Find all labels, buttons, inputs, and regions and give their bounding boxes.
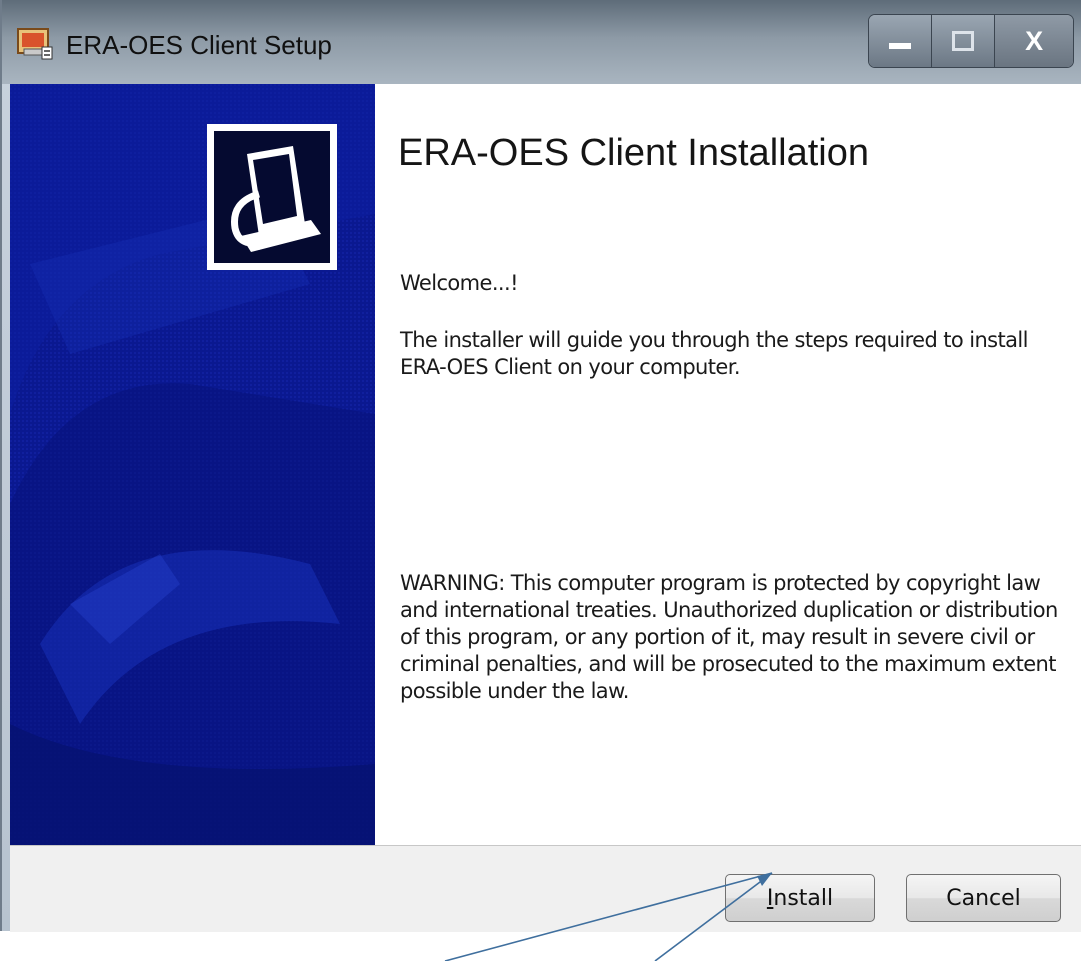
copyright-warning-text: WARNING: This computer program is protec… [400,571,1058,703]
maximize-icon [952,31,975,51]
close-icon: X [1025,25,1044,56]
welcome-text: Welcome...! [400,271,519,295]
close-button[interactable]: X [995,15,1073,67]
window-title: ERA-OES Client Setup [66,30,332,60]
maximize-button[interactable] [932,15,996,67]
installer-app-icon [17,28,53,60]
intro-text: The installer will guide you through the… [400,328,1028,379]
side-banner [10,84,375,845]
computer-install-icon [207,124,337,270]
minimize-button[interactable] [869,15,933,67]
setup-window: ERA-OES Client Setup X ERA-OES Client In… [0,0,1081,932]
minimize-icon [889,43,912,49]
caption-buttons: X [868,14,1074,68]
cancel-button[interactable]: Cancel [906,874,1061,922]
page-title: ERA-OES Client Installation [398,132,869,174]
button-bar: Install Cancel [10,845,1081,932]
install-label: nstall [773,885,834,911]
install-button[interactable]: Install [725,874,875,922]
title-bar[interactable]: ERA-OES Client Setup X [2,0,1081,84]
installer-body: ERA-OES Client Installation Welcome...! … [10,84,1081,932]
